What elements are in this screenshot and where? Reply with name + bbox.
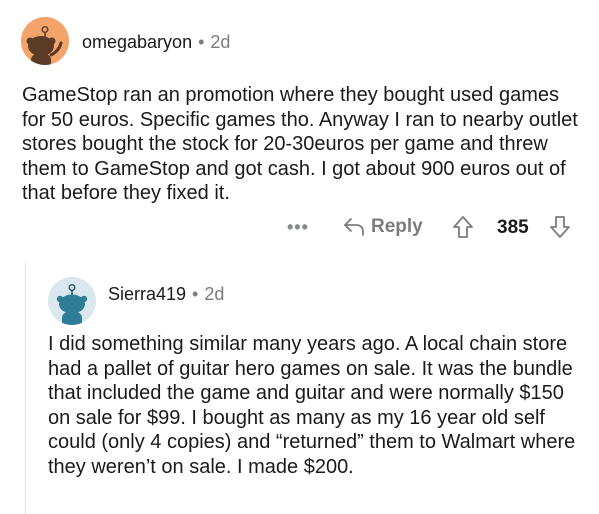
user-avatar[interactable] (48, 277, 96, 325)
username[interactable]: omegabaryon (82, 32, 192, 52)
snoo-avatar-icon (48, 277, 96, 325)
downvote-button[interactable] (549, 212, 571, 242)
comment-body: GameStop ran an promotion where they bou… (22, 84, 578, 204)
comment-age: 2d (204, 284, 225, 304)
reply-icon (344, 218, 364, 236)
comment-meta: omegabaryon • 2d (82, 31, 230, 53)
comment-age: 2d (210, 32, 231, 52)
upvote-button[interactable] (452, 212, 474, 242)
reply-button[interactable]: Reply (343, 212, 423, 242)
username[interactable]: Sierra419 (108, 284, 186, 304)
user-avatar[interactable] (21, 17, 69, 65)
more-options-icon: ••• (287, 216, 309, 237)
comment-meta: Sierra419 • 2d (108, 283, 224, 305)
meta-separator: • (198, 32, 205, 52)
upvote-arrow-icon (453, 216, 473, 238)
meta-separator: • (192, 284, 199, 304)
vote-score: 385 (497, 217, 529, 238)
comment-body: I did something similar many years ago. … (48, 333, 576, 478)
comment-actions: ••• Reply 385 (0, 212, 599, 242)
thread-line[interactable] (25, 262, 26, 514)
downvote-arrow-icon (550, 216, 570, 238)
more-options-button[interactable]: ••• (287, 212, 309, 242)
snoo-avatar-icon (21, 17, 69, 65)
reply-label: Reply (371, 216, 423, 237)
